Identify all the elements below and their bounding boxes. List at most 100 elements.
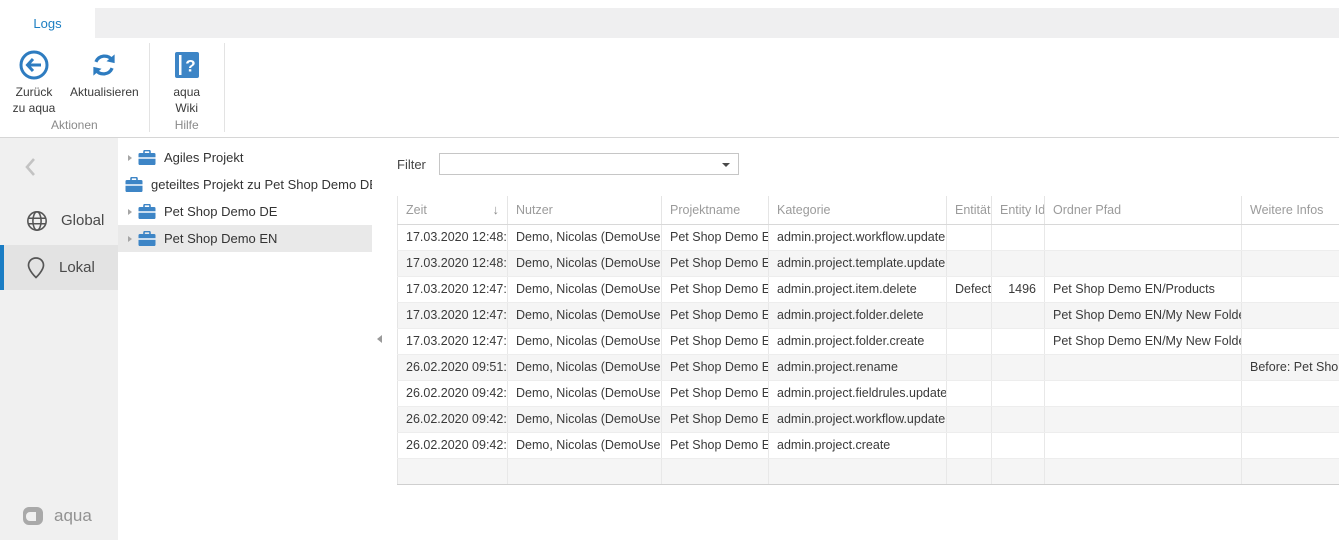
table-cell[interactable] [992, 302, 1045, 328]
table-cell[interactable] [947, 432, 992, 458]
table-cell[interactable]: 26.02.2020 09:42:12 [398, 432, 508, 458]
table-cell[interactable]: Pet Shop Demo EN [662, 224, 769, 250]
table-cell[interactable]: 17.03.2020 12:47:56 [398, 276, 508, 302]
tree-item[interactable]: Pet Shop Demo DE [118, 198, 372, 225]
table-cell[interactable]: Defect [947, 276, 992, 302]
table-cell[interactable]: admin.project.item.delete [769, 276, 947, 302]
table-cell[interactable]: 26.02.2020 09:42:13 [398, 406, 508, 432]
table-cell[interactable] [947, 328, 992, 354]
column-header[interactable]: Weitere Infos [1242, 196, 1339, 224]
table-cell[interactable]: Pet Shop Demo EN/My New Folder [1045, 328, 1242, 354]
table-row[interactable]: 17.03.2020 12:47:15Demo, Nicolas (DemoUs… [398, 328, 1339, 354]
table-cell[interactable] [1242, 302, 1339, 328]
table-cell[interactable] [508, 458, 662, 484]
table-cell[interactable]: Demo, Nicolas (DemoUser) [508, 250, 662, 276]
column-header[interactable]: Entity Id [992, 196, 1045, 224]
table-cell[interactable]: 17.03.2020 12:47:26 [398, 302, 508, 328]
table-cell[interactable] [769, 458, 947, 484]
table-cell[interactable]: Demo, Nicolas (DemoUser) [508, 224, 662, 250]
back-to-aqua-button[interactable]: Zurück zu aqua [6, 43, 62, 118]
table-row[interactable]: 26.02.2020 09:51:41Demo, Nicolas (DemoUs… [398, 354, 1339, 380]
expand-arrow-icon[interactable] [123, 209, 136, 215]
column-header[interactable]: Kategorie [769, 196, 947, 224]
table-cell[interactable]: Pet Shop Demo EN [662, 250, 769, 276]
table-cell[interactable] [992, 354, 1045, 380]
tree-item[interactable]: Pet Shop Demo EN [118, 225, 372, 252]
table-cell[interactable]: Demo, Nicolas (DemoUser) [508, 406, 662, 432]
column-header[interactable]: Entität [947, 196, 992, 224]
table-cell[interactable]: 17.03.2020 12:47:15 [398, 328, 508, 354]
table-cell[interactable] [662, 458, 769, 484]
table-cell[interactable]: admin.project.rename [769, 354, 947, 380]
table-cell[interactable]: Demo, Nicolas (DemoUser) [508, 328, 662, 354]
table-cell[interactable]: Demo, Nicolas (DemoUser) [508, 432, 662, 458]
table-cell[interactable] [1045, 458, 1242, 484]
sidebar-collapse-button[interactable] [0, 138, 118, 196]
table-row[interactable]: 26.02.2020 09:42:12Demo, Nicolas (DemoUs… [398, 432, 1339, 458]
refresh-button[interactable]: Aktualisieren [66, 43, 143, 103]
table-cell[interactable] [992, 406, 1045, 432]
table-cell[interactable] [1242, 406, 1339, 432]
column-header[interactable]: Projektname [662, 196, 769, 224]
table-cell[interactable] [1242, 458, 1339, 484]
table-cell[interactable]: Demo, Nicolas (DemoUser) [508, 380, 662, 406]
table-row[interactable]: 17.03.2020 12:47:26Demo, Nicolas (DemoUs… [398, 302, 1339, 328]
table-cell[interactable] [1242, 328, 1339, 354]
expand-arrow-icon[interactable] [123, 236, 136, 242]
table-cell[interactable] [992, 250, 1045, 276]
table-cell[interactable] [1242, 224, 1339, 250]
table-cell[interactable] [947, 250, 992, 276]
tab-logs[interactable]: Logs [0, 8, 95, 38]
table-cell[interactable]: Demo, Nicolas (DemoUser) [508, 354, 662, 380]
table-cell[interactable]: admin.project.folder.delete [769, 302, 947, 328]
table-cell[interactable] [398, 458, 508, 484]
table-cell[interactable]: admin.project.workflow.update [769, 406, 947, 432]
table-cell[interactable] [1242, 432, 1339, 458]
table-row[interactable]: 17.03.2020 12:48:34Demo, Nicolas (DemoUs… [398, 250, 1339, 276]
table-cell[interactable]: Demo, Nicolas (DemoUser) [508, 302, 662, 328]
tree-item[interactable]: geteiltes Projekt zu Pet Shop Demo DE [118, 171, 372, 198]
table-cell[interactable]: admin.project.template.update [769, 250, 947, 276]
table-cell[interactable]: Pet Shop Demo EN [662, 432, 769, 458]
table-cell[interactable]: Pet Shop Demo EN [662, 328, 769, 354]
table-cell[interactable]: Pet Shop Demo EN [662, 276, 769, 302]
table-cell[interactable]: Pet Shop Demo EN/My New Folder [1045, 302, 1242, 328]
table-row[interactable]: 26.02.2020 09:42:13Demo, Nicolas (DemoUs… [398, 406, 1339, 432]
table-cell[interactable] [1045, 380, 1242, 406]
table-cell[interactable] [947, 458, 992, 484]
table-cell[interactable] [1045, 406, 1242, 432]
table-cell[interactable] [992, 380, 1045, 406]
table-cell[interactable] [992, 458, 1045, 484]
table-row[interactable]: 26.02.2020 09:42:13Demo, Nicolas (DemoUs… [398, 380, 1339, 406]
table-cell[interactable] [1045, 250, 1242, 276]
table-cell[interactable] [947, 224, 992, 250]
expand-arrow-icon[interactable] [123, 155, 136, 161]
aqua-wiki-button[interactable]: ? aqua Wiki [162, 43, 212, 118]
table-cell[interactable]: Pet Shop Demo EN/Products [1045, 276, 1242, 302]
table-cell[interactable] [947, 406, 992, 432]
tree-item[interactable]: Agiles Projekt [118, 144, 372, 171]
table-cell[interactable] [1045, 224, 1242, 250]
table-row[interactable]: 17.03.2020 12:48:34Demo, Nicolas (DemoUs… [398, 224, 1339, 250]
sidebar-item-global[interactable]: Global [0, 198, 118, 243]
table-cell[interactable]: 26.02.2020 09:42:13 [398, 380, 508, 406]
table-cell[interactable] [1242, 380, 1339, 406]
table-cell[interactable] [992, 224, 1045, 250]
column-header[interactable]: Zeit↓ [398, 196, 508, 224]
table-cell[interactable]: admin.project.folder.create [769, 328, 947, 354]
table-cell[interactable]: admin.project.fieldrules.update [769, 380, 947, 406]
table-cell[interactable]: Pet Shop Demo EN [662, 380, 769, 406]
table-cell[interactable] [1242, 276, 1339, 302]
table-cell[interactable]: admin.project.create [769, 432, 947, 458]
table-cell[interactable]: admin.project.workflow.update [769, 224, 947, 250]
panel-splitter[interactable] [372, 138, 386, 540]
table-cell[interactable] [1045, 432, 1242, 458]
table-cell[interactable] [1045, 354, 1242, 380]
column-header[interactable]: Nutzer [508, 196, 662, 224]
table-cell[interactable]: 17.03.2020 12:48:34 [398, 224, 508, 250]
sidebar-item-lokal[interactable]: Lokal [0, 245, 118, 290]
table-cell[interactable] [947, 380, 992, 406]
filter-combobox[interactable] [439, 153, 739, 175]
table-cell[interactable] [947, 302, 992, 328]
table-cell[interactable]: 1496 [992, 276, 1045, 302]
